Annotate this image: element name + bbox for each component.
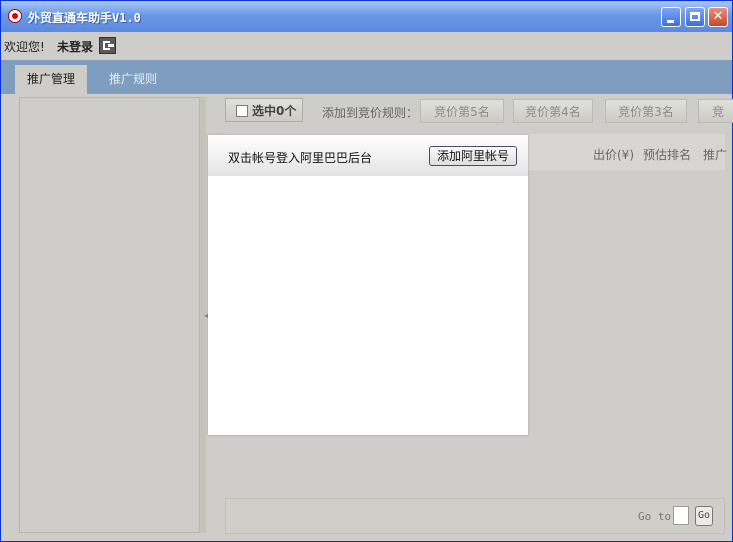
go-button[interactable]: Go — [695, 506, 713, 526]
column-bid[interactable]: 出价(¥) — [593, 146, 634, 163]
bid-rank-5-button[interactable]: 竞价第5名 — [420, 99, 504, 123]
window-title: 外贸直通车助手V1.0 — [28, 11, 141, 25]
page-number-input[interactable] — [673, 506, 689, 525]
select-count-label: 选中0个 — [252, 104, 297, 118]
account-popup: 双击帐号登入阿里巴巴后台 添加阿里帐号 — [208, 135, 528, 435]
column-estimated-rank[interactable]: 预估排名 — [643, 146, 691, 163]
tab-promotion-management[interactable]: 推广管理 — [15, 65, 87, 94]
bid-rank-3-button[interactable]: 竞价第3名 — [605, 99, 687, 123]
select-all-button[interactable]: 选中0个 — [225, 98, 303, 122]
goto-label: Go to — [638, 510, 672, 523]
bid-rank-more-button[interactable]: 竞 — [698, 99, 733, 123]
tab-promotion-rules[interactable]: 推广规则 — [97, 65, 169, 94]
popup-hint: 双击帐号登入阿里巴巴后台 — [228, 151, 373, 165]
add-ali-account-button[interactable]: 添加阿里帐号 — [429, 146, 517, 166]
app-window: 外贸直通车助手V1.0 ✕ 欢迎您! 未登录 推广管理 推广规则 ◂ 选中0个 … — [0, 0, 733, 542]
select-all-checkbox[interactable] — [236, 105, 248, 117]
maximize-icon — [686, 8, 704, 26]
minimize-icon — [662, 8, 680, 26]
bid-rank-4-button[interactable]: 竞价第4名 — [513, 99, 593, 123]
account-list[interactable] — [208, 176, 528, 435]
app-logo-icon — [8, 9, 22, 23]
close-button[interactable]: ✕ — [708, 7, 728, 27]
logout-icon[interactable] — [99, 37, 116, 54]
title-bar[interactable]: 外贸直通车助手V1.0 ✕ — [1, 1, 732, 32]
tab-bar: 推广管理 推广规则 — [1, 60, 732, 94]
minimize-button[interactable] — [661, 7, 681, 27]
splitter-grip-icon[interactable]: ◂ — [204, 311, 208, 320]
close-icon: ✕ — [712, 9, 724, 24]
popup-header: 双击帐号登入阿里巴巴后台 添加阿里帐号 — [208, 135, 528, 176]
welcome-text: 欢迎您! — [4, 40, 45, 54]
maximize-button[interactable] — [685, 7, 705, 27]
column-promotion[interactable]: 推广 — [703, 146, 727, 163]
login-status[interactable]: 未登录 — [57, 38, 93, 55]
add-to-rule-label: 添加到竞价规则： — [322, 106, 419, 120]
account-tree-panel — [19, 97, 200, 533]
